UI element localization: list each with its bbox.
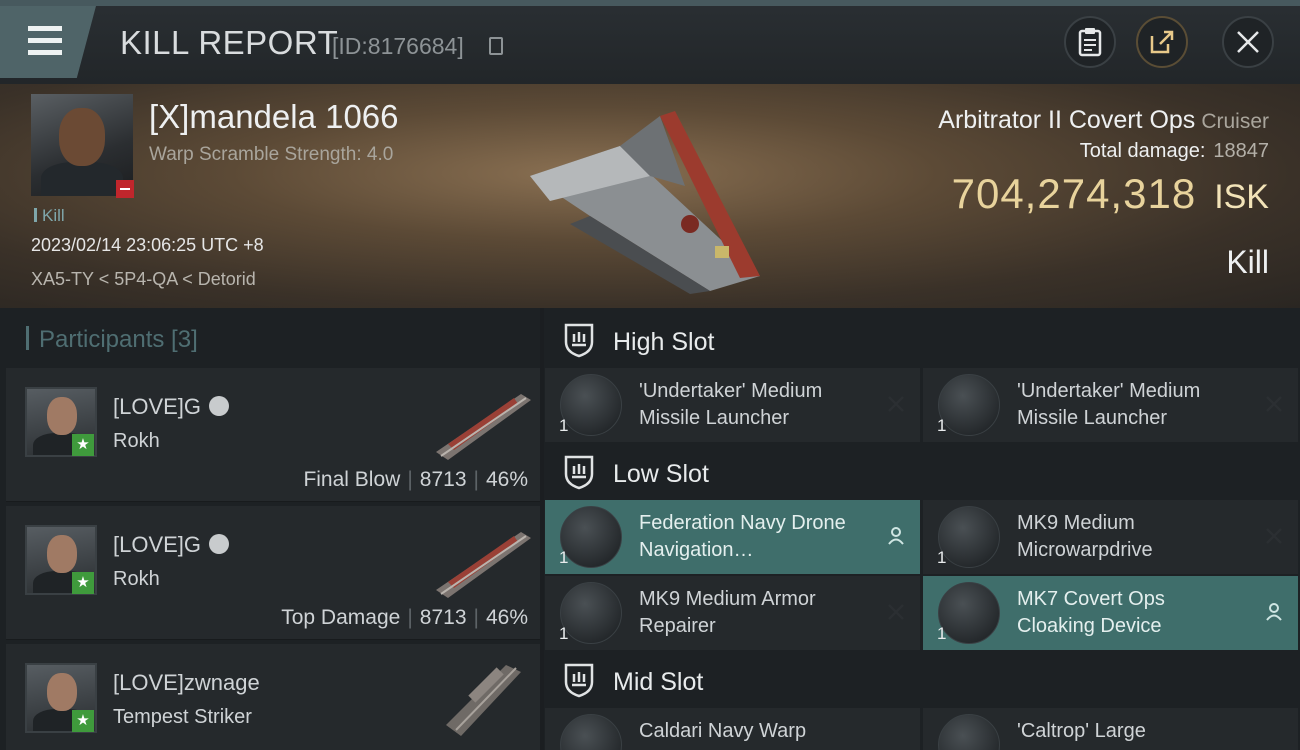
victim-name[interactable]: [X]mandela 1066 [149, 98, 399, 136]
kill-location: XA5-TY < 5P4-QA < Detorid [31, 269, 256, 289]
module-quantity: 1 [559, 624, 569, 643]
module-name: MK9 Medium Armor Repairer [639, 588, 816, 637]
module-item[interactable]: 1 'Undertaker' Medium Missile Launcher [923, 368, 1298, 442]
victim-ship-class: Cruiser [1201, 110, 1269, 133]
star-icon: ★ [72, 572, 94, 594]
copy-icon[interactable] [489, 37, 503, 55]
destroyed-x-icon [1266, 396, 1282, 412]
module-quantity: 1 [559, 548, 569, 567]
module-item[interactable]: 1 MK7 Covert Ops Cloaking Device [923, 576, 1298, 650]
shield-slot-icon [564, 323, 594, 358]
participant-role: Top Damage [281, 606, 401, 629]
total-damage-value: 18847 [1213, 140, 1269, 162]
participant-name[interactable]: [LOVE]G [113, 394, 201, 419]
victim-banner: [X]mandela 1066 Warp Scramble Strength: … [0, 84, 1300, 308]
mid-slot-header: Mid Slot [544, 650, 1300, 710]
total-damage-label: Total damage: [1079, 140, 1206, 162]
warp-scramble-strength: Warp Scramble Strength: 4.0 [149, 144, 394, 165]
shield-slot-icon [564, 663, 594, 698]
kill-date: 2023/02/14 23:06:25 UTC +8 [31, 235, 264, 255]
cloaking-device-icon [938, 582, 1000, 644]
module-item[interactable]: 1 MK9 Medium Microwarpdrive [923, 500, 1298, 574]
menu-button[interactable] [0, 6, 96, 78]
kill-result: Kill [1226, 244, 1269, 280]
online-dot-icon [209, 396, 230, 416]
victim-ship-name[interactable]: Arbitrator II Covert Ops [938, 106, 1195, 134]
warp-module-icon [560, 714, 622, 750]
module-item[interactable]: 'Caltrop' Large [923, 708, 1298, 750]
star-icon: ★ [72, 710, 94, 732]
high-slot-header: High Slot [544, 310, 1300, 370]
missile-launcher-icon [938, 374, 1000, 436]
module-name: Federation Navy Drone Navigation… [639, 512, 846, 561]
mid-slot-label: Mid Slot [613, 668, 704, 696]
header-bar: KILL REPORT [ID:8176684] [0, 0, 1300, 84]
caltrop-module-icon [938, 714, 1000, 750]
module-item[interactable]: Caldari Navy Warp [545, 708, 920, 750]
participant-damage: 8713 [419, 606, 467, 629]
module-item[interactable]: 1 'Undertaker' Medium Missile Launcher [545, 368, 920, 442]
participant-ship: Rokh [113, 430, 160, 452]
module-name: MK9 Medium Microwarpdrive [1017, 512, 1153, 561]
drone-navigation-icon [560, 506, 622, 568]
participant-percent: 46% [485, 468, 528, 491]
participant-damage: 8713 [419, 468, 467, 491]
participant-role: Final Blow [303, 468, 401, 491]
share-icon [1150, 30, 1174, 54]
module-name: 'Caltrop' Large [1017, 720, 1146, 742]
close-button[interactable] [1222, 16, 1274, 68]
participant-ship-image [446, 665, 521, 736]
participant-ship-image [436, 532, 531, 598]
low-slot-label: Low Slot [613, 460, 709, 488]
participant-card[interactable]: ★ [LOVE]zwnage Tempest Striker [6, 644, 540, 750]
module-quantity: 1 [937, 548, 947, 567]
star-icon: ★ [72, 434, 94, 456]
shield-slot-icon [564, 455, 594, 490]
participant-name[interactable]: [LOVE]zwnage [113, 670, 260, 695]
module-quantity: 1 [559, 416, 569, 435]
close-icon [1237, 31, 1259, 53]
destroyed-x-icon [1266, 528, 1282, 544]
fittings-panel: High Slot 1 'Undertaker' Medium Missile … [544, 308, 1300, 750]
kill-tag: Kill [34, 206, 65, 226]
person-icon [1266, 603, 1282, 621]
clipboard-icon [1078, 28, 1102, 57]
armor-repairer-icon [560, 582, 622, 644]
share-button[interactable] [1136, 16, 1188, 68]
microwarpdrive-icon [938, 506, 1000, 568]
participant-name[interactable]: [LOVE]G [113, 532, 201, 557]
high-slot-label: High Slot [613, 328, 715, 356]
kill-id: [ID:8176684] [332, 33, 464, 59]
module-name: 'Undertaker' Medium Missile Launcher [1017, 380, 1201, 429]
participant-card[interactable]: ★ [LOVE]G Rokh Final Blow | 8713 | 46% [6, 368, 540, 502]
module-quantity: 1 [937, 416, 947, 435]
page-title: KILL REPORT [120, 24, 339, 61]
participants-title: Participants [3] [26, 326, 198, 354]
participant-ship: Tempest Striker [113, 706, 252, 728]
isk-unit: ISK [1214, 178, 1269, 216]
module-item[interactable]: 1 MK9 Medium Armor Repairer [545, 576, 920, 650]
participants-panel: Participants [3] ★ [LOVE]G Rokh Final Bl… [0, 308, 540, 750]
participant-card[interactable]: ★ [LOVE]G Rokh Top Damage | 8713 | 46% [6, 506, 540, 640]
victim-ship-image[interactable] [510, 106, 780, 296]
low-slot-header: Low Slot [544, 442, 1300, 502]
person-icon [888, 527, 904, 545]
module-name: Caldari Navy Warp [639, 720, 807, 742]
missile-launcher-icon [560, 374, 622, 436]
participant-ship-image [436, 394, 531, 460]
report-button[interactable] [1064, 16, 1116, 68]
online-dot-icon [209, 534, 230, 554]
isk-value: 704,274,318 [951, 170, 1197, 217]
destroyed-x-icon [888, 396, 904, 412]
destroyed-x-icon [888, 604, 904, 620]
module-name: 'Undertaker' Medium Missile Launcher [639, 380, 823, 429]
minus-icon [116, 180, 134, 198]
module-name: MK7 Covert Ops Cloaking Device [1017, 588, 1165, 637]
participant-ship: Rokh [113, 568, 160, 590]
module-quantity: 1 [937, 624, 947, 643]
participant-percent: 46% [485, 606, 528, 629]
module-item[interactable]: 1 Federation Navy Drone Navigation… [545, 500, 920, 574]
